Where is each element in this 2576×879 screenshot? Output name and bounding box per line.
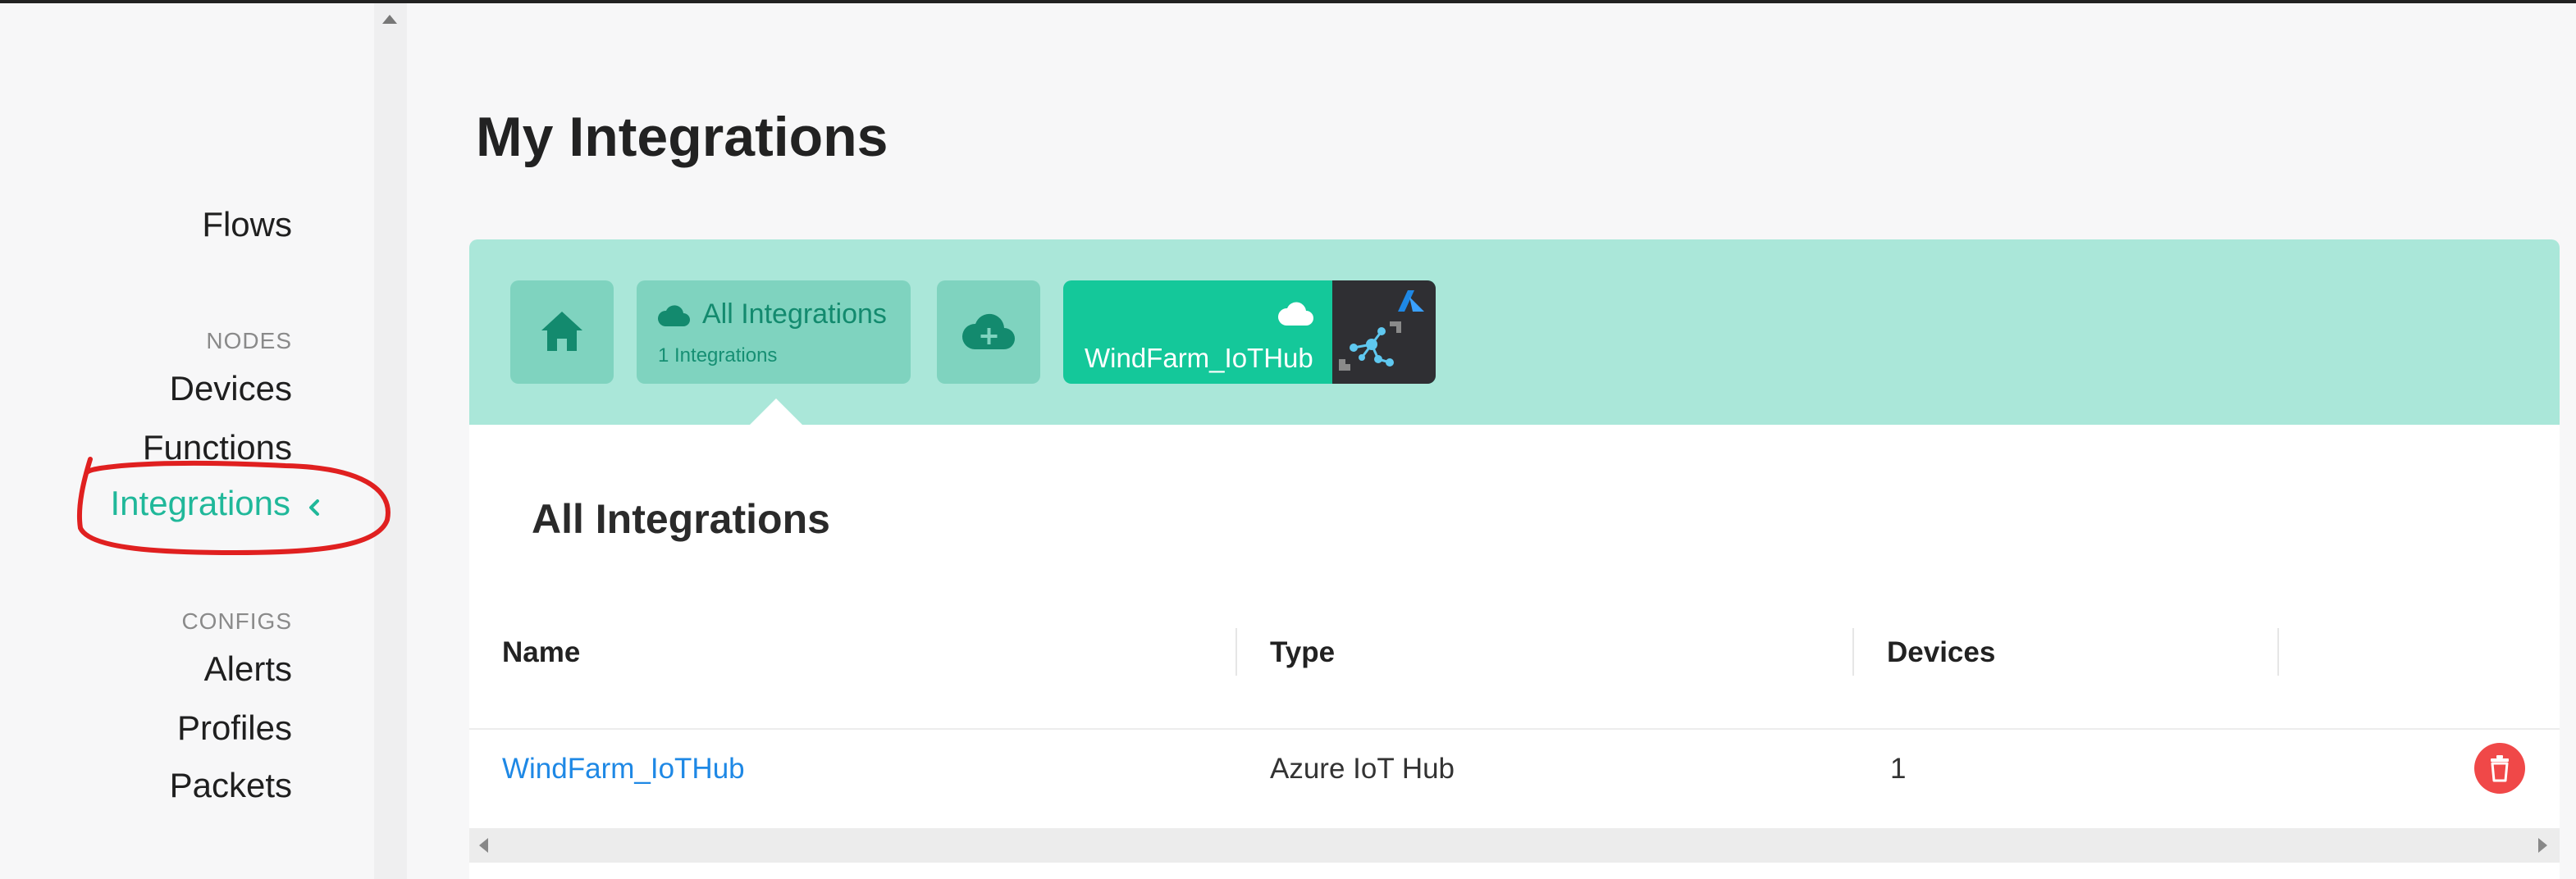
sidebar-section-nodes: NODES <box>206 328 292 353</box>
delete-integration-button[interactable] <box>2474 743 2525 794</box>
table-row <box>469 730 2560 843</box>
integration-devices-cell: 1 <box>1890 753 1907 785</box>
trash-icon <box>2491 755 2509 782</box>
column-divider <box>1235 628 1237 676</box>
sidebar-item-flows[interactable]: Flows <box>202 205 292 244</box>
scroll-left-arrow-icon[interactable] <box>479 838 488 853</box>
page-title: My Integrations <box>476 106 888 168</box>
sidebar-item-functions[interactable]: Functions <box>143 428 292 467</box>
sidebar-item-integrations[interactable]: Integrations <box>111 484 290 523</box>
chevron-left-icon <box>309 499 319 516</box>
home-tab-button[interactable] <box>510 280 614 384</box>
sidebar-scrollbar[interactable] <box>374 3 407 879</box>
column-header-type[interactable]: Type <box>1270 636 1335 669</box>
sidebar-item-devices[interactable]: Devices <box>170 369 292 408</box>
integration-tabbar: All Integrations 1 Integrations WindFarm… <box>469 239 2560 426</box>
column-header-name[interactable]: Name <box>502 636 580 669</box>
sidebar-item-packets[interactable]: Packets <box>170 766 292 805</box>
integration-type-cell: Azure IoT Hub <box>1270 753 1455 785</box>
sidebar-item-alerts[interactable]: Alerts <box>204 649 292 689</box>
cloud-icon <box>657 305 690 326</box>
table-horizontal-scrollbar[interactable] <box>469 828 2560 863</box>
column-header-devices[interactable]: Devices <box>1887 636 1995 669</box>
integrations-card: All Integrations 1 Integrations WindFarm… <box>469 239 2560 879</box>
all-integrations-tab-count: 1 Integrations <box>658 344 778 367</box>
integration-tab-label: WindFarm_IoTHub <box>1085 343 1313 373</box>
integration-name-link[interactable]: WindFarm_IoTHub <box>502 753 745 786</box>
sidebar-section-configs: CONFIGS <box>181 608 292 634</box>
active-tab-pointer <box>748 399 804 426</box>
column-divider <box>1852 628 1854 676</box>
integration-tab-windfarm[interactable]: WindFarm_IoTHub <box>1063 280 1436 384</box>
table-header <box>469 626 2560 730</box>
column-divider <box>2277 628 2279 676</box>
scroll-right-arrow-icon[interactable] <box>2538 838 2547 853</box>
home-icon <box>541 312 582 351</box>
cloud-plus-icon <box>961 313 1015 349</box>
azure-iot-hub-logo <box>1332 280 1436 384</box>
all-integrations-tab[interactable]: All Integrations 1 Integrations <box>637 280 911 384</box>
add-integration-button[interactable] <box>937 280 1040 384</box>
sidebar-item-profiles[interactable]: Profiles <box>177 708 292 748</box>
scroll-up-arrow-icon[interactable] <box>382 15 397 24</box>
cloud-icon <box>1277 302 1313 326</box>
all-integrations-tab-title: All Integrations <box>702 298 887 330</box>
sidebar: Flows NODES Devices Functions Integratio… <box>0 3 374 879</box>
section-title: All Integrations <box>532 496 830 542</box>
